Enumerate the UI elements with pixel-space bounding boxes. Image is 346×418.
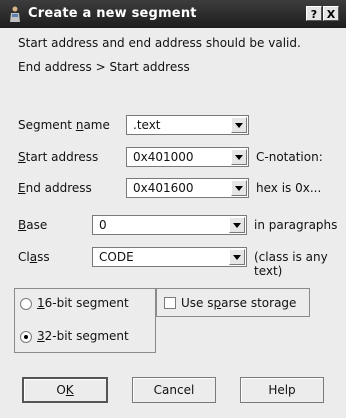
end-address-combo[interactable]: 0x401600 bbox=[126, 178, 249, 198]
class-value: CODE bbox=[99, 250, 134, 264]
start-address-label: Start address bbox=[18, 150, 99, 164]
end-address-label: End address bbox=[18, 181, 92, 195]
sparse-storage-checkbox[interactable] bbox=[164, 297, 176, 309]
radio-32-bit[interactable] bbox=[20, 331, 32, 343]
class-label: Class bbox=[18, 250, 50, 264]
chevron-down-icon[interactable] bbox=[231, 180, 247, 196]
ida-app-icon bbox=[8, 6, 22, 22]
segment-name-label: Segment name bbox=[18, 118, 110, 132]
ok-button[interactable]: OK bbox=[22, 377, 108, 403]
base-combo[interactable]: 0 bbox=[92, 215, 247, 235]
chevron-down-icon[interactable] bbox=[229, 217, 245, 233]
start-address-combo[interactable]: 0x401000 bbox=[126, 147, 249, 167]
sparse-storage-label[interactable]: Use sparse storage bbox=[181, 296, 296, 310]
segment-name-combo[interactable]: .text bbox=[126, 115, 249, 135]
message-line-2: End address > Start address bbox=[18, 60, 190, 74]
end-address-hint: hex is 0x... bbox=[256, 181, 322, 195]
class-combo[interactable]: CODE bbox=[92, 247, 247, 267]
base-hint: in paragraphs bbox=[254, 218, 338, 232]
help-button[interactable]: Help bbox=[240, 377, 324, 403]
start-address-value: 0x401000 bbox=[133, 150, 194, 164]
close-button[interactable]: X bbox=[323, 6, 339, 21]
class-hint: (class is any text) bbox=[254, 250, 328, 278]
radio-selected-dot bbox=[24, 335, 28, 339]
base-label: Base bbox=[18, 218, 48, 232]
end-address-value: 0x401600 bbox=[133, 181, 194, 195]
base-value: 0 bbox=[99, 218, 107, 232]
chevron-down-icon[interactable] bbox=[231, 117, 247, 133]
radio-32-bit-label[interactable]: 32-bit segment bbox=[37, 329, 129, 343]
message-line-1: Start address and end address should be … bbox=[18, 36, 301, 50]
chevron-down-icon[interactable] bbox=[231, 149, 247, 165]
radio-16-bit[interactable] bbox=[20, 298, 32, 310]
cancel-button[interactable]: Cancel bbox=[132, 377, 216, 403]
radio-16-bit-label[interactable]: 16-bit segment bbox=[37, 296, 129, 310]
start-address-hint: C-notation: bbox=[256, 150, 323, 164]
window-title: Create a new segment bbox=[28, 6, 197, 21]
help-title-button[interactable]: ? bbox=[306, 6, 322, 21]
chevron-down-icon[interactable] bbox=[229, 249, 245, 265]
title-bar[interactable]: Create a new segment ? X bbox=[0, 0, 346, 28]
segment-name-value: .text bbox=[133, 118, 161, 132]
